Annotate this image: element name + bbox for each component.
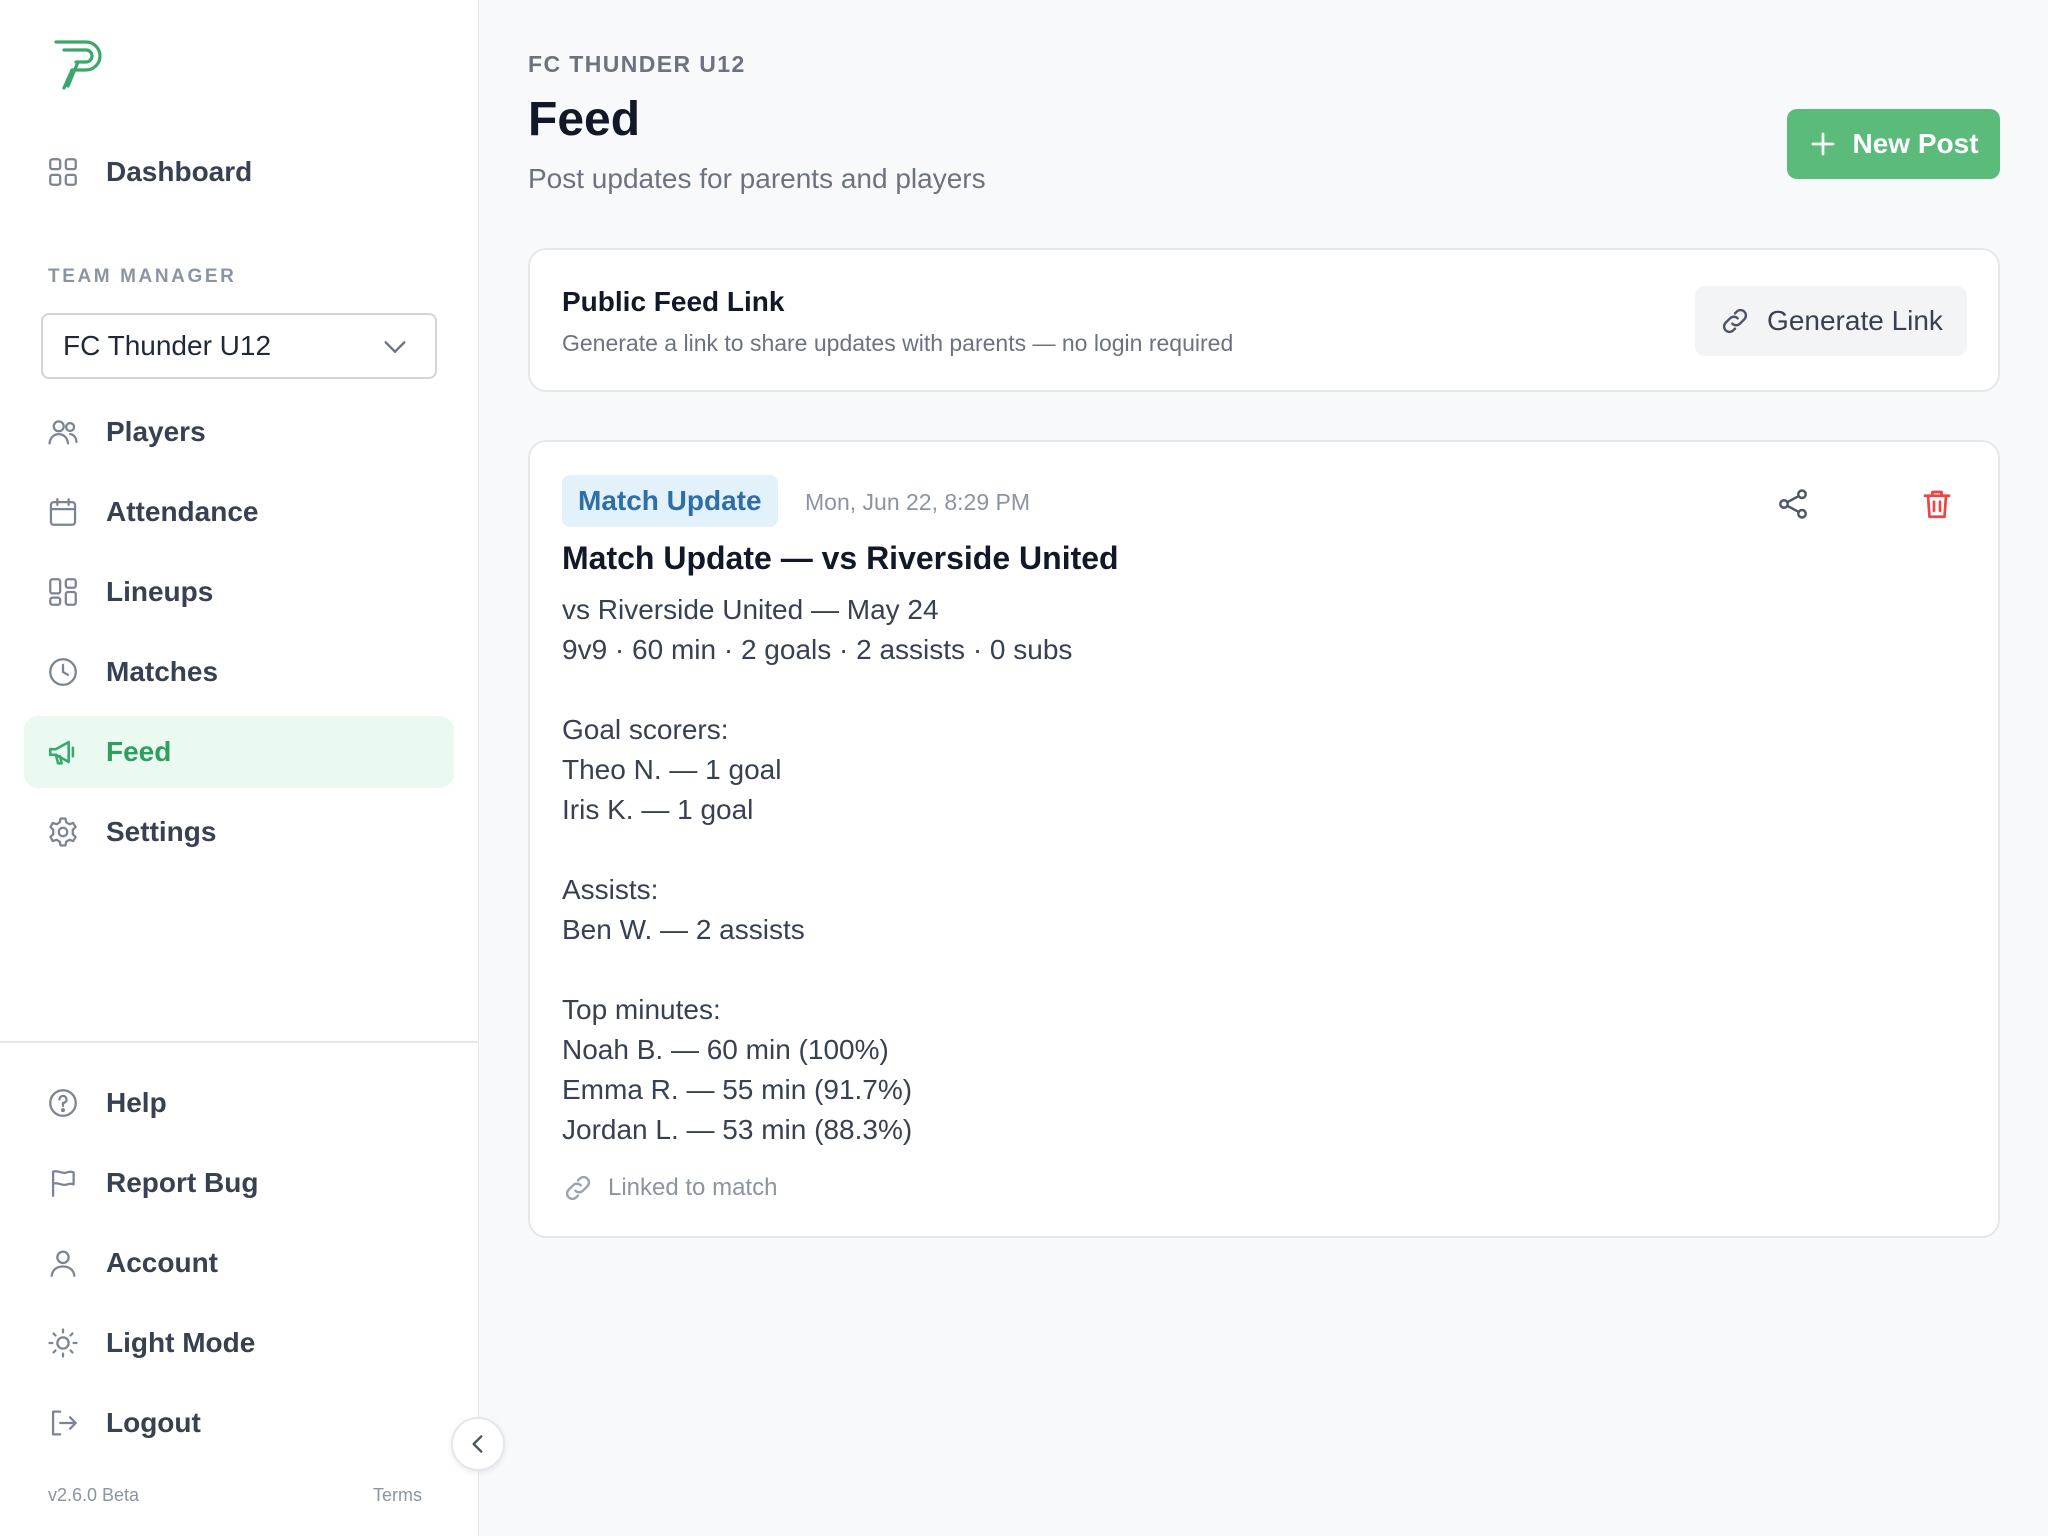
post-body-line: vs Riverside United — May 24 (562, 594, 939, 625)
page-title: Feed (528, 93, 641, 146)
public-feed-link-card: Public Feed Link Generate a link to shar… (528, 248, 2000, 392)
post-body-line: Goal scorers: (562, 714, 729, 745)
post-date: Mon, Jun 22, 8:29 PM (805, 489, 1031, 515)
linked-label: Linked to match (608, 1174, 778, 1201)
chevron-left-icon (465, 1431, 491, 1457)
layout-icon (46, 575, 80, 609)
generate-link-button[interactable]: Generate Link (1695, 286, 1967, 356)
sidebar-item-label: Attendance (106, 496, 259, 527)
public-link-title: Public Feed Link (562, 286, 785, 317)
sidebar-item-logout[interactable]: Logout (24, 1387, 454, 1459)
post-body-line: Assists: (562, 874, 659, 905)
link-icon (1719, 305, 1751, 337)
logout-icon (46, 1406, 80, 1440)
post-body: vs Riverside United — May 24 9v9 · 60 mi… (562, 590, 1072, 1150)
brand-logo-icon[interactable] (52, 36, 108, 92)
collapse-sidebar-button[interactable] (451, 1417, 505, 1471)
team-select-value: FC Thunder U12 (63, 330, 272, 361)
team-eyebrow: FC THUNDER U12 (528, 51, 746, 77)
sidebar-item-matches[interactable]: Matches (24, 636, 454, 708)
public-link-description: Generate a link to share updates with pa… (562, 330, 1234, 356)
sidebar-item-label: Help (106, 1087, 167, 1118)
sidebar-item-light-mode[interactable]: Light Mode (24, 1307, 454, 1379)
sidebar-item-report-bug[interactable]: Report Bug (24, 1147, 454, 1219)
terms-link[interactable]: Terms (373, 1485, 422, 1506)
post-body-line: Emma R. — 55 min (91.7%) (562, 1074, 913, 1105)
sidebar-item-label: Matches (106, 656, 219, 687)
share-icon[interactable] (1775, 486, 1811, 522)
post-body-line: Theo N. — 1 goal (562, 754, 782, 785)
sidebar-item-lineups[interactable]: Lineups (24, 556, 454, 628)
generate-link-label: Generate Link (1767, 305, 1943, 336)
post-title: Match Update — vs Riverside United (562, 540, 1119, 576)
sidebar-item-players[interactable]: Players (24, 396, 454, 468)
plus-icon (1808, 129, 1838, 159)
megaphone-icon (46, 735, 80, 769)
post-body-line: Jordan L. — 53 min (88.3%) (562, 1114, 913, 1145)
post-body-line (562, 950, 1072, 990)
sidebar-divider (0, 1041, 478, 1043)
sidebar-item-attendance[interactable]: Attendance (24, 476, 454, 548)
post-type-badge: Match Update (562, 475, 778, 527)
sidebar-item-label: Account (106, 1247, 218, 1278)
new-post-label: New Post (1852, 128, 1979, 159)
user-icon (46, 1246, 80, 1280)
flag-icon (46, 1166, 80, 1200)
post-body-line: Iris K. — 1 goal (562, 794, 754, 825)
grid-icon (46, 155, 80, 189)
version-label: v2.6.0 Beta (48, 1485, 140, 1505)
post-body-line (562, 670, 1072, 710)
sidebar-item-label: Lineups (106, 576, 214, 607)
clock-icon (46, 655, 80, 689)
team-select[interactable]: FC Thunder U12 (41, 313, 437, 379)
new-post-button[interactable]: New Post (1787, 109, 2000, 179)
calendar-icon (46, 495, 80, 529)
post-body-line: 9v9 · 60 min · 2 goals · 2 assists · 0 s… (562, 634, 1073, 665)
post-body-line (562, 830, 1072, 870)
gear-icon (46, 815, 80, 849)
sidebar-item-label: Dashboard (106, 156, 253, 187)
sidebar-item-label: Settings (106, 816, 217, 847)
sidebar-item-settings[interactable]: Settings (24, 796, 454, 868)
sidebar-item-dashboard[interactable]: Dashboard (24, 136, 454, 208)
trash-icon[interactable] (1919, 486, 1955, 522)
sidebar-item-label: Report Bug (106, 1167, 259, 1198)
section-label: TEAM MANAGER (48, 266, 237, 287)
sidebar-item-account[interactable]: Account (24, 1227, 454, 1299)
linked-to-match[interactable]: Linked to match (562, 1172, 777, 1204)
sidebar-item-feed[interactable]: Feed (24, 716, 454, 788)
post-body-line: Noah B. — 60 min (100%) (562, 1034, 889, 1065)
post-body-line: Ben W. — 2 assists (562, 914, 805, 945)
sidebar-item-label: Players (106, 416, 206, 447)
sidebar-item-label: Light Mode (106, 1327, 256, 1358)
sidebar: Dashboard TEAM MANAGER FC Thunder U12 Pl… (0, 0, 479, 1536)
sun-icon (46, 1326, 80, 1360)
feed-post-card: Match Update Mon, Jun 22, 8:29 PM Match … (528, 440, 2000, 1238)
chevron-down-icon (381, 333, 409, 361)
help-icon (46, 1086, 80, 1120)
link-icon (562, 1172, 594, 1204)
sidebar-item-help[interactable]: Help (24, 1067, 454, 1139)
page-subtitle: Post updates for parents and players (528, 163, 986, 194)
sidebar-item-label: Logout (106, 1407, 201, 1438)
users-icon (46, 415, 80, 449)
sidebar-item-label: Feed (106, 736, 172, 767)
post-body-line: Top minutes: (562, 994, 721, 1025)
